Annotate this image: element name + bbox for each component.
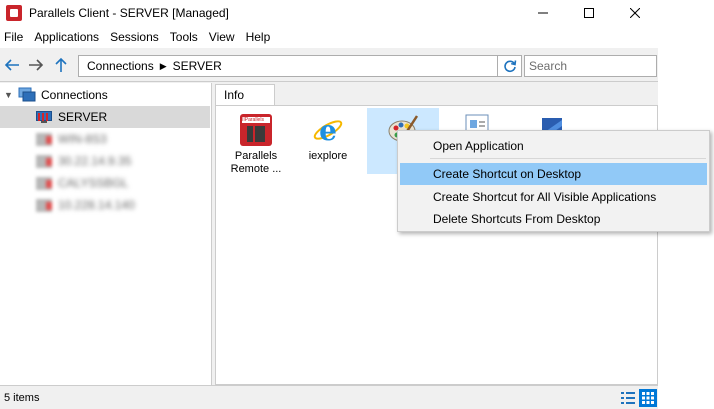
maximize-button[interactable]	[566, 0, 612, 26]
up-arrow-icon	[55, 57, 67, 72]
breadcrumb-separator-icon: ▶	[159, 60, 167, 71]
parallels-client-icon	[6, 5, 22, 21]
tab-strip: Info	[213, 83, 658, 105]
back-arrow-icon	[4, 59, 19, 71]
list-view-button[interactable]	[619, 389, 637, 407]
tree-item-label: 10.228.14.140	[58, 198, 135, 212]
server-icon	[36, 154, 52, 168]
connections-icon	[18, 87, 36, 102]
tree-root-label: Connections	[41, 88, 108, 102]
menu-help[interactable]: Help	[241, 26, 277, 48]
tree-item-label: 30.22.14.9.35	[58, 154, 132, 168]
applications-pane: Info IIParallels Parallels Remote ... e …	[213, 83, 658, 385]
close-button[interactable]	[612, 0, 658, 26]
item-count: 5 items	[4, 391, 40, 404]
up-button[interactable]	[51, 56, 71, 74]
tree-item-connection[interactable]: 10.228.14.140	[0, 194, 210, 216]
back-button[interactable]	[2, 56, 22, 74]
tree-item-label: SERVER	[58, 110, 108, 124]
parallels-badge: IIParallels	[242, 117, 270, 123]
internet-explorer-icon: e	[312, 114, 344, 147]
app-tile-parallels[interactable]: IIParallels Parallels Remote ...	[220, 108, 292, 175]
server-icon	[36, 110, 52, 124]
menu-item-delete-shortcuts[interactable]: Delete Shortcuts From Desktop	[400, 208, 707, 230]
refresh-button[interactable]	[498, 55, 522, 77]
minimize-button[interactable]	[520, 0, 566, 26]
menu-view[interactable]: View	[204, 26, 241, 48]
breadcrumb-leaf[interactable]: SERVER	[173, 59, 222, 73]
grid-view-icon	[642, 392, 654, 404]
menu-item-create-shortcut-all[interactable]: Create Shortcut for All Visible Applicat…	[400, 186, 707, 208]
menu-item-create-shortcut-desktop[interactable]: Create Shortcut on Desktop	[400, 163, 707, 185]
navigation-bar: Connections ▶ SERVER	[0, 48, 658, 82]
app-label: iexplore	[308, 150, 348, 162]
menu-item-open-application[interactable]: Open Application	[400, 135, 707, 157]
connections-tree: ▼ Connections SERVER WIN-8S3 30.22.14.9.…	[0, 83, 212, 385]
parallels-icon: IIParallels	[240, 114, 272, 146]
server-icon	[36, 132, 52, 146]
menu-sessions[interactable]: Sessions	[105, 26, 165, 48]
tree-item-server[interactable]: SERVER	[0, 106, 210, 128]
menu-applications[interactable]: Applications	[29, 26, 105, 48]
server-icon	[36, 198, 52, 212]
context-menu: Open Application Create Shortcut on Desk…	[397, 130, 710, 232]
breadcrumb-root[interactable]: Connections	[87, 59, 154, 73]
address-bar[interactable]: Connections ▶ SERVER	[78, 55, 498, 77]
tree-item-connection[interactable]: 30.22.14.9.35	[0, 150, 210, 172]
window-controls	[520, 0, 658, 26]
icon-view-button[interactable]	[639, 389, 657, 407]
tree-item-connection[interactable]: CALYSSBGL	[0, 172, 210, 194]
svg-text:e: e	[319, 114, 337, 146]
app-label: Parallels Remote ...	[230, 150, 282, 175]
menu-file[interactable]: File	[0, 26, 29, 48]
maximize-icon	[584, 8, 594, 18]
chevron-down-icon[interactable]: ▼	[4, 90, 14, 100]
menu-tools[interactable]: Tools	[165, 26, 204, 48]
minimize-icon	[538, 12, 548, 14]
app-tile-iexplore[interactable]: e iexplore	[292, 108, 364, 174]
tree-item-connection[interactable]: WIN-8S3	[0, 128, 210, 150]
tab-info[interactable]: Info	[215, 84, 275, 105]
window-title: Parallels Client - SERVER [Managed]	[29, 6, 229, 20]
tree-item-label: WIN-8S3	[58, 132, 107, 146]
status-bar: 5 items	[0, 385, 658, 409]
close-icon	[630, 8, 640, 18]
menu-bar: File Applications Sessions Tools View He…	[0, 26, 658, 48]
forward-arrow-icon	[29, 59, 44, 71]
menu-separator	[430, 158, 706, 159]
tree-root-connections[interactable]: ▼ Connections	[0, 84, 210, 106]
refresh-icon	[503, 60, 516, 73]
search-input[interactable]	[524, 55, 657, 77]
forward-button[interactable]	[26, 56, 46, 74]
title-bar[interactable]: Parallels Client - SERVER [Managed]	[0, 0, 658, 26]
tree-item-label: CALYSSBGL	[58, 176, 129, 190]
server-icon	[36, 176, 52, 190]
list-view-icon	[621, 392, 635, 404]
